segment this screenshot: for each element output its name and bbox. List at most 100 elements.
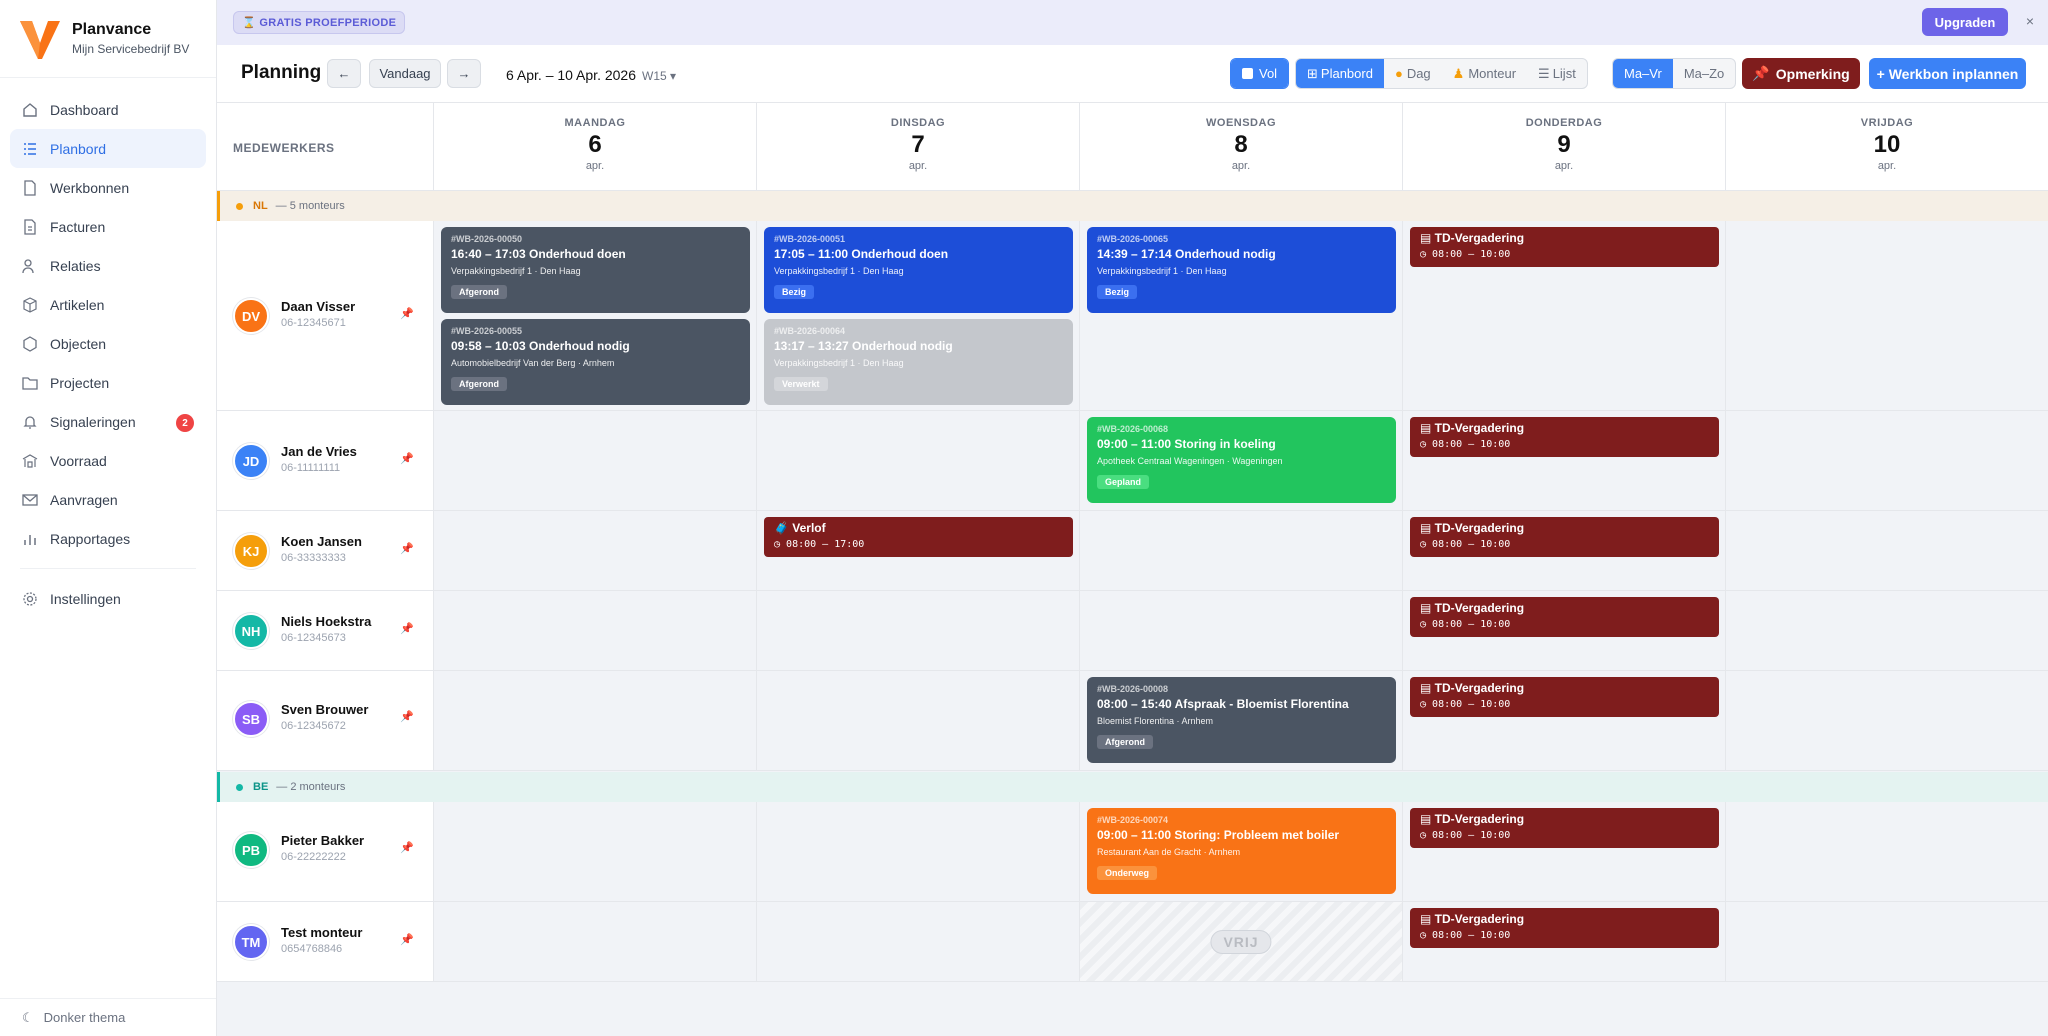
pin-icon[interactable]: 📌	[400, 452, 414, 465]
day-cell[interactable]	[1726, 411, 2048, 510]
date-range[interactable]: 6 Apr. – 10 Apr. 2026 W15 ▾	[506, 67, 676, 83]
pin-icon[interactable]: 📌	[400, 841, 414, 854]
day-cell[interactable]	[434, 902, 757, 981]
view-monteur[interactable]: ♟ Monteur	[1442, 59, 1527, 88]
meeting-event[interactable]: ▤ TD-Vergadering ◷ 08:00 – 10:00	[1410, 908, 1719, 948]
workorder-card[interactable]: #WB-2026-00074 09:00 – 11:00 Storing: Pr…	[1087, 808, 1396, 894]
day-cell[interactable]: ▤ TD-Vergadering ◷ 08:00 – 10:00	[1403, 902, 1726, 981]
nav-item-rapportages[interactable]: Rapportages	[10, 519, 206, 558]
day-cell[interactable]	[757, 671, 1080, 770]
pin-icon[interactable]: 📌	[400, 710, 414, 723]
today-button[interactable]: Vandaag	[369, 59, 441, 88]
brand[interactable]: Planvance Mijn Servicebedrijf BV	[0, 0, 216, 78]
prev-week-button[interactable]: ←	[327, 59, 361, 88]
day-cell[interactable]	[1080, 511, 1403, 590]
day-cell[interactable]	[1726, 902, 2048, 981]
day-cell[interactable]	[1726, 802, 2048, 901]
day-cell[interactable]: ▤ TD-Vergadering ◷ 08:00 – 10:00	[1403, 221, 1726, 410]
pin-icon[interactable]: 📌	[400, 933, 414, 946]
nav-item-aanvragen[interactable]: Aanvragen	[10, 480, 206, 519]
day-cell[interactable]	[434, 591, 757, 670]
workorder-card[interactable]: #WB-2026-00068 09:00 – 11:00 Storing in …	[1087, 417, 1396, 503]
day-cell[interactable]: #WB-2026-00050 16:40 – 17:03 Onderhoud d…	[434, 221, 757, 410]
day-cell[interactable]: #WB-2026-00065 14:39 – 17:14 Onderhoud n…	[1080, 221, 1403, 410]
day-cell[interactable]: #WB-2026-00051 17:05 – 11:00 Onderhoud d…	[757, 221, 1080, 410]
meeting-event[interactable]: ▤ TD-Vergadering ◷ 08:00 – 10:00	[1410, 417, 1719, 457]
nav-item-projecten[interactable]: Projecten	[10, 363, 206, 402]
day-cell[interactable]	[757, 411, 1080, 510]
employee-cell[interactable]: PB Pieter Bakker 06-22222222 📌	[217, 802, 434, 901]
day-cell[interactable]	[434, 411, 757, 510]
meeting-event[interactable]: ▤ TD-Vergadering ◷ 08:00 – 10:00	[1410, 597, 1719, 637]
day-cell[interactable]	[757, 802, 1080, 901]
nav-item-voorraad[interactable]: Voorraad	[10, 441, 206, 480]
day-cell[interactable]	[1726, 221, 2048, 410]
day-cell[interactable]: ▤ TD-Vergadering ◷ 08:00 – 10:00	[1403, 591, 1726, 670]
full-toggle[interactable]: Vol	[1230, 58, 1290, 89]
workorder-card[interactable]: #WB-2026-00055 09:58 – 10:03 Onderhoud n…	[441, 319, 750, 405]
nav-item-dashboard[interactable]: Dashboard	[10, 90, 206, 129]
meeting-event[interactable]: ▤ TD-Vergadering ◷ 08:00 – 10:00	[1410, 677, 1719, 717]
nav-item-instellingen[interactable]: Instellingen	[10, 579, 206, 618]
workorder-card[interactable]: #WB-2026-00065 14:39 – 17:14 Onderhoud n…	[1087, 227, 1396, 313]
leave-event[interactable]: 🧳 Verlof ◷ 08:00 – 17:00	[764, 517, 1073, 557]
nav-item-facturen[interactable]: Facturen	[10, 207, 206, 246]
meeting-event[interactable]: ▤ TD-Vergadering ◷ 08:00 – 10:00	[1410, 517, 1719, 557]
pin-icon[interactable]: 📌	[400, 622, 414, 635]
remark-button[interactable]: 📌 Opmerking	[1742, 58, 1860, 89]
day-cell[interactable]	[434, 802, 757, 901]
view-dag[interactable]: ● Dag	[1384, 59, 1442, 88]
dark-theme-toggle[interactable]: ☾ Donker thema	[0, 998, 216, 1036]
day-cell[interactable]: ▤ TD-Vergadering ◷ 08:00 – 10:00	[1403, 511, 1726, 590]
day-cell[interactable]	[757, 591, 1080, 670]
close-icon[interactable]: ×	[2026, 13, 2034, 29]
employee-cell[interactable]: JD Jan de Vries 06-11111111 📌	[217, 411, 434, 510]
day-cell[interactable]: #WB-2026-00074 09:00 – 11:00 Storing: Pr…	[1080, 802, 1403, 901]
free-label: VRIJ	[1210, 929, 1272, 954]
vol-option[interactable]: Vol	[1231, 59, 1289, 88]
employee-cell[interactable]: DV Daan Visser 06-12345671 📌	[217, 221, 434, 410]
day-cell[interactable]	[1726, 511, 2048, 590]
schedule-workorder-button[interactable]: + Werkbon inplannen	[1869, 58, 2026, 89]
view-lijst[interactable]: ☰ Lijst	[1527, 59, 1587, 88]
day-cell[interactable]: 🧳 Verlof ◷ 08:00 – 17:00	[757, 511, 1080, 590]
group-header-nl[interactable]: NL — 5 monteurs	[217, 191, 2048, 221]
day-cell[interactable]: ▤ TD-Vergadering ◷ 08:00 – 10:00	[1403, 671, 1726, 770]
meeting-event[interactable]: ▤ TD-Vergadering ◷ 08:00 – 10:00	[1410, 808, 1719, 848]
day-cell[interactable]	[1726, 671, 2048, 770]
mode-ma-zo[interactable]: Ma–Zo	[1673, 59, 1735, 88]
group-header-be[interactable]: BE — 2 monteurs	[217, 772, 2048, 802]
employee-cell[interactable]: NH Niels Hoekstra 06-12345673 📌	[217, 591, 434, 670]
day-cell[interactable]	[1726, 591, 2048, 670]
workorder-card[interactable]: #WB-2026-00008 08:00 – 15:40 Afspraak - …	[1087, 677, 1396, 763]
upgrade-button[interactable]: Upgraden	[1922, 8, 2008, 36]
workorder-card[interactable]: #WB-2026-00050 16:40 – 17:03 Onderhoud d…	[441, 227, 750, 313]
nav-item-werkbonnen[interactable]: Werkbonnen	[10, 168, 206, 207]
day-cell[interactable]	[434, 511, 757, 590]
employee-cell[interactable]: TM Test monteur 0654768846 📌	[217, 902, 434, 981]
day-cell[interactable]	[757, 902, 1080, 981]
day-cell-free[interactable]: VRIJ	[1080, 902, 1403, 981]
mode-ma-vr[interactable]: Ma–Vr	[1613, 59, 1673, 88]
next-week-button[interactable]: →	[447, 59, 481, 88]
workorder-card[interactable]: #WB-2026-00064 13:17 – 13:27 Onderhoud n…	[764, 319, 1073, 405]
pin-icon[interactable]: 📌	[400, 307, 414, 320]
day-cell[interactable]	[1080, 591, 1403, 670]
nav-item-artikelen[interactable]: Artikelen	[10, 285, 206, 324]
day-cell[interactable]: ▤ TD-Vergadering ◷ 08:00 – 10:00	[1403, 411, 1726, 510]
workorder-card[interactable]: #WB-2026-00051 17:05 – 11:00 Onderhoud d…	[764, 227, 1073, 313]
meeting-event[interactable]: ▤ TD-Vergadering ◷ 08:00 – 10:00	[1410, 227, 1719, 267]
day-cell[interactable]: ▤ TD-Vergadering ◷ 08:00 – 10:00	[1403, 802, 1726, 901]
day-cell[interactable]: #WB-2026-00008 08:00 – 15:40 Afspraak - …	[1080, 671, 1403, 770]
day-cell[interactable]	[434, 671, 757, 770]
nav-item-signaleringen[interactable]: Signaleringen 2	[10, 402, 206, 441]
employee-cell[interactable]: SB Sven Brouwer 06-12345672 📌	[217, 671, 434, 770]
employee-cell[interactable]: KJ Koen Jansen 06-33333333 📌	[217, 511, 434, 590]
nav-item-planbord[interactable]: Planbord	[10, 129, 206, 168]
nav-item-relaties[interactable]: Relaties	[10, 246, 206, 285]
view-planbord[interactable]: ⊞ Planbord	[1296, 59, 1384, 88]
week-selector[interactable]: W15 ▾	[642, 69, 676, 83]
pin-icon[interactable]: 📌	[400, 542, 414, 555]
nav-item-objecten[interactable]: Objecten	[10, 324, 206, 363]
day-cell[interactable]: #WB-2026-00068 09:00 – 11:00 Storing in …	[1080, 411, 1403, 510]
